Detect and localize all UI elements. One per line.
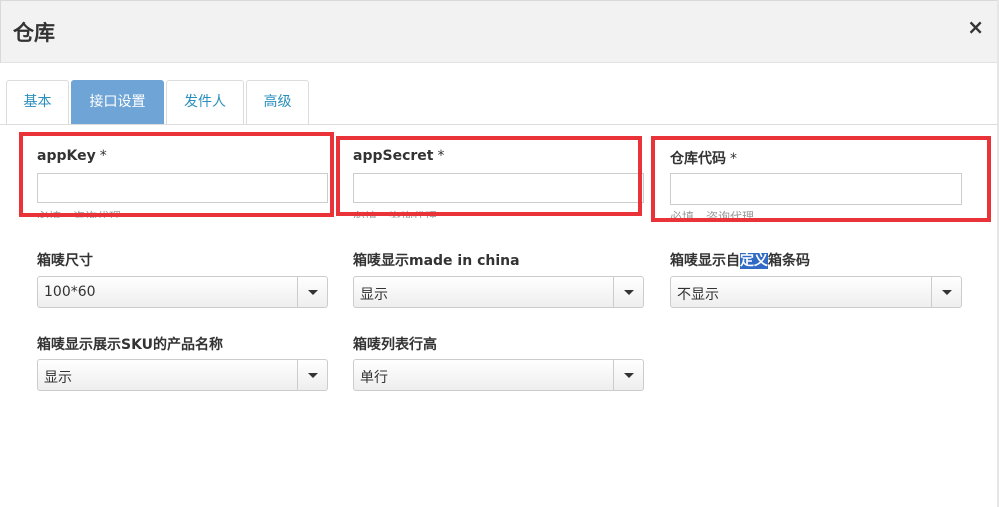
modal-title: 仓库 (13, 21, 55, 45)
tab-sender[interactable]: 发件人 (166, 80, 244, 124)
made-in-china-select[interactable]: 显示 (353, 276, 644, 308)
close-icon[interactable]: × (967, 17, 984, 37)
custom-barcode-label: 箱唛显示自定义箱条码 (670, 253, 810, 269)
chevron-down-icon (613, 360, 643, 390)
appsecret-help: 必填，咨询代理 (353, 210, 438, 218)
row-height-select[interactable]: 单行 (353, 359, 644, 391)
tab-advanced[interactable]: 高级 (246, 80, 309, 124)
warehouse-code-label: 仓库代码 * (670, 151, 737, 167)
tab-basic[interactable]: 基本 (6, 80, 69, 124)
text-selection: 定义 (740, 253, 768, 269)
modal-header: 仓库 × (0, 0, 999, 63)
custom-barcode-select[interactable]: 不显示 (670, 276, 962, 308)
appsecret-input[interactable] (353, 173, 644, 203)
appkey-help: 必填，咨询代理 (37, 210, 122, 218)
tab-bar: 基本 接口设置 发件人 高级 (0, 80, 997, 125)
label-size-label: 箱唛尺寸 (37, 253, 93, 269)
row-height-value: 单行 (360, 370, 388, 386)
show-sku-name-value: 显示 (44, 370, 72, 386)
show-sku-name-select[interactable]: 显示 (37, 359, 328, 391)
chevron-down-icon (613, 277, 643, 307)
tab-api-settings[interactable]: 接口设置 (71, 80, 164, 124)
appkey-label: appKey * (37, 148, 107, 164)
label-size-select[interactable]: 100*60 (37, 276, 328, 308)
made-in-china-label: 箱唛显示made in china (353, 253, 520, 269)
label-size-value: 100*60 (44, 284, 96, 300)
chevron-down-icon (931, 277, 961, 307)
made-in-china-value: 显示 (360, 287, 388, 303)
warehouse-code-input[interactable] (670, 173, 962, 205)
appkey-input[interactable] (37, 173, 328, 203)
appsecret-label: appSecret * (353, 148, 445, 164)
warehouse-code-help: 必填，咨询代理 (670, 210, 755, 218)
chevron-down-icon (297, 277, 327, 307)
custom-barcode-value: 不显示 (677, 287, 719, 303)
row-height-label: 箱唛列表行高 (353, 337, 437, 353)
chevron-down-icon (297, 360, 327, 390)
show-sku-name-label: 箱唛显示展示SKU的产品名称 (37, 337, 224, 353)
